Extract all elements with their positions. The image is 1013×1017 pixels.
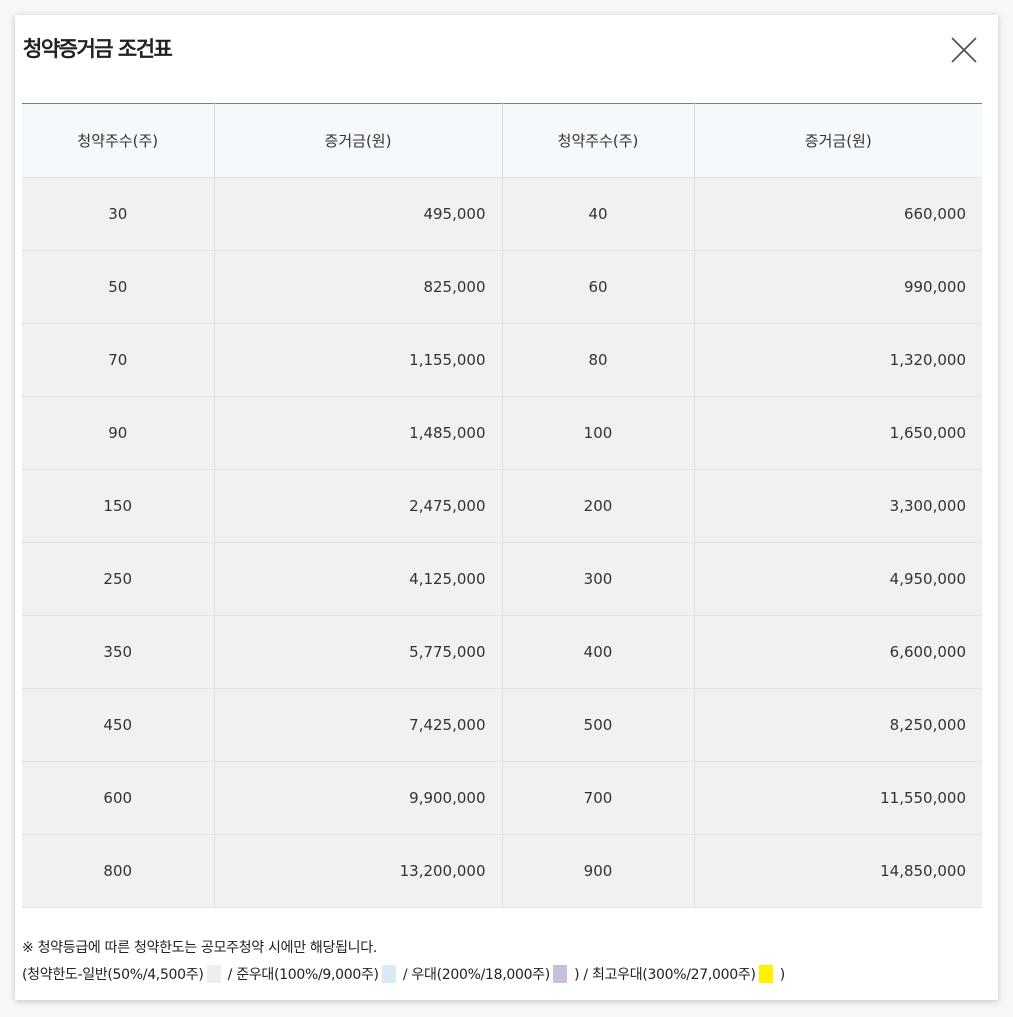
cell-shares: 300 bbox=[502, 542, 695, 616]
cell-shares: 90 bbox=[22, 396, 215, 470]
cell-shares: 900 bbox=[502, 834, 695, 908]
footnote-line-1: ※ 청약등급에 따른 청약한도는 공모주청약 시에만 해당됩니다. bbox=[22, 940, 377, 956]
legend-top-preferred-label: ) / 최고우대(300%/27,000주) bbox=[574, 967, 756, 983]
cell-deposit: 6,600,000 bbox=[694, 615, 982, 689]
cell-deposit: 11,550,000 bbox=[694, 761, 982, 835]
cell-shares: 700 bbox=[502, 761, 695, 835]
cell-shares: 50 bbox=[22, 250, 215, 324]
cell-shares: 30 bbox=[22, 177, 215, 251]
legend-general-label: (청약한도-일반(50%/4,500주) bbox=[22, 967, 204, 983]
modal-title: 청약증거금 조건표 bbox=[23, 37, 173, 61]
legend-preferred-swatch bbox=[552, 965, 567, 983]
cell-shares: 450 bbox=[22, 688, 215, 762]
table-header-row: 청약주수(주) 증거금(원) 청약주수(주) 증거금(원) bbox=[22, 103, 982, 178]
header-deposit-right: 증거금(원) bbox=[694, 103, 982, 178]
legend-top-preferred-swatch bbox=[758, 965, 773, 983]
table-row: 30 495,000 40 660,000 bbox=[22, 177, 982, 251]
header-shares-right: 청약주수(주) bbox=[502, 103, 695, 178]
cell-deposit: 660,000 bbox=[694, 177, 982, 251]
cell-shares: 40 bbox=[502, 177, 695, 251]
legend-semi-preferred-label: / 준우대(100%/9,000주) bbox=[227, 967, 379, 983]
cell-shares: 250 bbox=[22, 542, 215, 616]
table-row: 450 7,425,000 500 8,250,000 bbox=[22, 688, 982, 762]
subscription-deposit-modal: 청약증거금 조건표 청약주수(주) 증거금(원) 청약주수(주) 증거금(원) bbox=[15, 15, 998, 1000]
table-row: 90 1,485,000 100 1,650,000 bbox=[22, 396, 982, 470]
cell-deposit: 4,950,000 bbox=[694, 542, 982, 616]
deposit-table: 청약주수(주) 증거금(원) 청약주수(주) 증거금(원) 30 495,000… bbox=[22, 103, 982, 908]
cell-shares: 150 bbox=[22, 469, 215, 543]
table-row: 250 4,125,000 300 4,950,000 bbox=[22, 542, 982, 616]
footnote: ※ 청약등급에 따른 청약한도는 공모주청약 시에만 해당됩니다. (청약한도-… bbox=[22, 935, 785, 989]
table-row: 350 5,775,000 400 6,600,000 bbox=[22, 615, 982, 689]
cell-deposit: 990,000 bbox=[694, 250, 982, 324]
table-row: 600 9,900,000 700 11,550,000 bbox=[22, 761, 982, 835]
cell-deposit: 1,320,000 bbox=[694, 323, 982, 397]
legend-semi-preferred-swatch bbox=[381, 965, 396, 983]
cell-deposit: 9,900,000 bbox=[214, 761, 503, 835]
cell-shares: 200 bbox=[502, 469, 695, 543]
cell-shares: 70 bbox=[22, 323, 215, 397]
close-button[interactable] bbox=[949, 35, 979, 65]
footnote-line-2: (청약한도-일반(50%/4,500주) / 준우대(100%/9,000주) … bbox=[22, 962, 785, 989]
table-row: 70 1,155,000 80 1,320,000 bbox=[22, 323, 982, 397]
cell-deposit: 2,475,000 bbox=[214, 469, 503, 543]
legend-general-swatch bbox=[206, 965, 221, 983]
cell-deposit: 8,250,000 bbox=[694, 688, 982, 762]
legend-preferred-label: / 우대(200%/18,000주) bbox=[402, 967, 550, 983]
cell-deposit: 3,300,000 bbox=[694, 469, 982, 543]
cell-deposit: 1,155,000 bbox=[214, 323, 503, 397]
cell-deposit: 5,775,000 bbox=[214, 615, 503, 689]
cell-shares: 80 bbox=[502, 323, 695, 397]
cell-shares: 350 bbox=[22, 615, 215, 689]
cell-deposit: 1,650,000 bbox=[694, 396, 982, 470]
cell-deposit: 13,200,000 bbox=[214, 834, 503, 908]
close-icon bbox=[951, 37, 977, 63]
cell-deposit: 1,485,000 bbox=[214, 396, 503, 470]
cell-shares: 800 bbox=[22, 834, 215, 908]
table-row: 800 13,200,000 900 14,850,000 bbox=[22, 834, 982, 908]
cell-deposit: 4,125,000 bbox=[214, 542, 503, 616]
deposit-table-container: 청약주수(주) 증거금(원) 청약주수(주) 증거금(원) 30 495,000… bbox=[22, 103, 982, 908]
cell-shares: 100 bbox=[502, 396, 695, 470]
cell-deposit: 7,425,000 bbox=[214, 688, 503, 762]
cell-shares: 600 bbox=[22, 761, 215, 835]
table-row: 50 825,000 60 990,000 bbox=[22, 250, 982, 324]
cell-shares: 500 bbox=[502, 688, 695, 762]
cell-deposit: 495,000 bbox=[214, 177, 503, 251]
header-deposit-left: 증거금(원) bbox=[214, 103, 503, 178]
table-row: 150 2,475,000 200 3,300,000 bbox=[22, 469, 982, 543]
cell-deposit: 825,000 bbox=[214, 250, 503, 324]
cell-shares: 400 bbox=[502, 615, 695, 689]
cell-shares: 60 bbox=[502, 250, 695, 324]
cell-deposit: 14,850,000 bbox=[694, 834, 982, 908]
header-shares-left: 청약주수(주) bbox=[22, 103, 215, 178]
legend-close-paren: ) bbox=[779, 967, 785, 983]
